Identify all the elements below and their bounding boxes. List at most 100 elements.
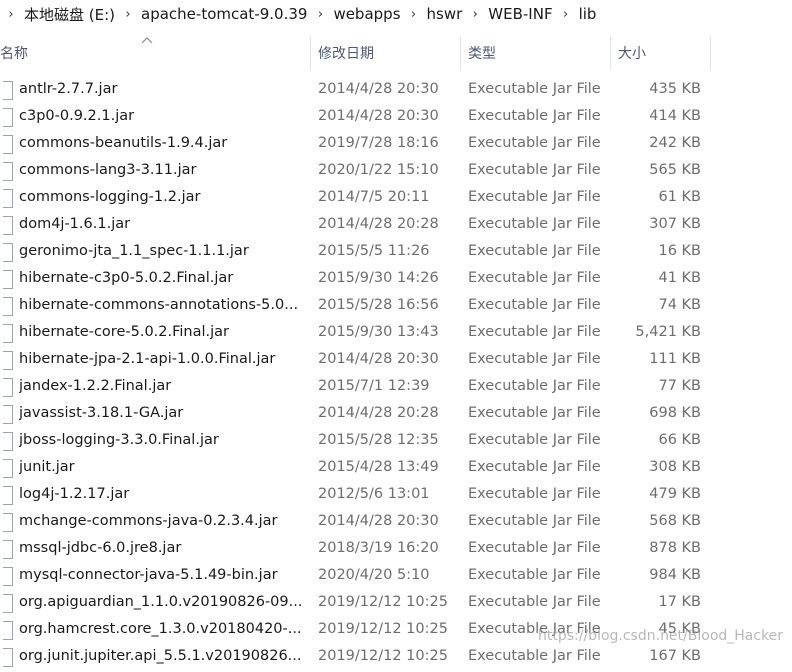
file-name: hibernate-c3p0-5.0.2.Final.jar [19, 270, 234, 286]
file-name: log4j-1.2.17.jar [19, 486, 130, 502]
file-row[interactable]: mssql-jdbc-6.0.jre8.jar 2018/3/19 16:20 Ex… [0, 537, 792, 564]
file-name: mysql-connector-java-5.1.49-bin.jar [19, 567, 278, 583]
file-size: 66 KB [658, 432, 701, 448]
file-name: jandex-1.2.2.Final.jar [19, 378, 172, 394]
column-header-size[interactable]: 大小 [618, 36, 646, 70]
breadcrumb-item-webapps[interactable]: webapps [331, 5, 402, 23]
file-type: Executable Jar File [468, 135, 601, 151]
file-row[interactable]: org.junit.jupiter.api_5.5.1.v20190826...… [0, 645, 792, 672]
file-name: javassist-3.18.1-GA.jar [19, 405, 184, 421]
column-header-type[interactable]: 类型 [468, 36, 496, 70]
file-row[interactable]: jandex-1.2.2.Final.jar 2015/7/1 12:39 Exec… [0, 375, 792, 402]
file-size: 111 KB [649, 351, 701, 367]
file-size: 479 KB [649, 486, 701, 502]
file-size: 414 KB [649, 108, 701, 124]
file-size: 698 KB [649, 405, 701, 421]
file-type: Executable Jar File [468, 405, 601, 421]
file-size: 878 KB [649, 540, 701, 556]
file-row[interactable]: geronimo-jta_1.1_spec-1.1.1.jar 2015/5/5 … [0, 240, 792, 267]
file-row[interactable]: hibernate-jpa-2.1-api-1.0.0.Final.jar 201… [0, 348, 792, 375]
chevron-right-icon[interactable]: › [403, 7, 425, 22]
column-headers: 名称 修改日期 类型 大小 [0, 36, 792, 70]
file-name: hibernate-jpa-2.1-api-1.0.0.Final.jar [19, 351, 276, 367]
file-type: Executable Jar File [468, 432, 601, 448]
file-type: Executable Jar File [468, 459, 601, 475]
file-row[interactable]: hibernate-c3p0-5.0.2.Final.jar 2015/9/30 … [0, 267, 792, 294]
file-row[interactable]: commons-beanutils-1.9.4.jar 2019/7/28 18:… [0, 132, 792, 159]
file-row[interactable]: javassist-3.18.1-GA.jar 2014/4/28 20:28 Ex… [0, 402, 792, 429]
file-name: commons-logging-1.2.jar [19, 189, 201, 205]
file-row[interactable]: dom4j-1.6.1.jar 2014/4/28 20:28 Executable… [0, 213, 792, 240]
file-row[interactable]: c3p0-0.9.2.1.jar 2014/4/28 20:30 Executabl… [0, 105, 792, 132]
chevron-right-icon[interactable]: › [309, 7, 331, 22]
column-divider[interactable] [710, 36, 711, 70]
file-row[interactable]: mysql-connector-java-5.1.49-bin.jar 2020/… [0, 564, 792, 591]
file-date-modified: 2019/12/12 10:25 [318, 648, 448, 664]
file-type: Executable Jar File [468, 378, 601, 394]
column-divider[interactable] [610, 36, 611, 70]
chevron-right-icon[interactable]: › [117, 7, 139, 22]
file-row[interactable]: junit.jar 2015/4/28 13:49 Executable Jar F… [0, 456, 792, 483]
chevron-right-icon[interactable]: › [464, 7, 486, 22]
file-icon [3, 351, 13, 370]
file-row[interactable]: mchange-commons-java-0.2.3.4.jar 2014/4/2… [0, 510, 792, 537]
file-name: dom4j-1.6.1.jar [19, 216, 131, 232]
file-date-modified: 2014/4/28 20:30 [318, 351, 439, 367]
file-name: org.hamcrest.core_1.3.0.v20180420-... [19, 621, 302, 637]
file-type: Executable Jar File [468, 162, 601, 178]
file-type: Executable Jar File [468, 81, 601, 97]
file-icon [3, 297, 13, 316]
chevron-right-icon[interactable]: › [555, 7, 577, 22]
file-size: 565 KB [649, 162, 701, 178]
file-row[interactable]: jboss-logging-3.3.0.Final.jar 2015/5/28 1… [0, 429, 792, 456]
file-name: jboss-logging-3.3.0.Final.jar [19, 432, 219, 448]
file-type: Executable Jar File [468, 189, 601, 205]
breadcrumb-item-drive[interactable]: 本地磁盘 (E:) [22, 4, 117, 25]
breadcrumb-item-web-inf[interactable]: WEB-INF [486, 5, 554, 23]
file-date-modified: 2015/4/28 13:49 [318, 459, 439, 475]
breadcrumb-item-lib[interactable]: lib [577, 5, 599, 23]
file-name: geronimo-jta_1.1_spec-1.1.1.jar [19, 243, 249, 259]
watermark-text: https://blog.csdn.net/Blood_Hacker [538, 628, 784, 644]
file-row[interactable]: commons-lang3-3.11.jar 2020/1/22 15:10 Exe… [0, 159, 792, 186]
breadcrumb-item-tomcat[interactable]: apache-tomcat-9.0.39 [139, 5, 309, 23]
file-row[interactable]: log4j-1.2.17.jar 2012/5/6 13:01 Executable… [0, 483, 792, 510]
file-name: org.apiguardian_1.1.0.v20190826-09... [19, 594, 303, 610]
file-icon [3, 648, 13, 667]
file-name: mchange-commons-java-0.2.3.4.jar [19, 513, 278, 529]
file-date-modified: 2015/5/28 12:35 [318, 432, 439, 448]
file-date-modified: 2015/5/5 11:26 [318, 243, 430, 259]
file-date-modified: 2019/7/28 18:16 [318, 135, 439, 151]
file-name: org.junit.jupiter.api_5.5.1.v20190826... [19, 648, 302, 664]
column-header-name[interactable]: 名称 [0, 36, 28, 70]
file-icon [3, 108, 13, 127]
file-date-modified: 2015/9/30 13:43 [318, 324, 439, 340]
file-icon [3, 432, 13, 451]
file-size: 41 KB [658, 270, 701, 286]
file-size: 77 KB [658, 378, 701, 394]
file-row[interactable]: org.apiguardian_1.1.0.v20190826-09... 201… [0, 591, 792, 618]
file-type: Executable Jar File [468, 243, 601, 259]
file-icon [3, 270, 13, 289]
file-row[interactable]: hibernate-core-5.0.2.Final.jar 2015/9/30 … [0, 321, 792, 348]
file-date-modified: 2015/7/1 12:39 [318, 378, 430, 394]
column-divider[interactable] [310, 36, 311, 70]
file-size: 167 KB [649, 648, 701, 664]
column-header-date[interactable]: 修改日期 [318, 36, 374, 70]
column-divider[interactable] [460, 36, 461, 70]
file-date-modified: 2014/4/28 20:28 [318, 216, 439, 232]
file-date-modified: 2014/4/28 20:30 [318, 108, 439, 124]
breadcrumb-item-hswr[interactable]: hswr [425, 5, 465, 23]
file-icon [3, 243, 13, 262]
file-icon [3, 324, 13, 343]
file-icon [3, 486, 13, 505]
file-row[interactable]: commons-logging-1.2.jar 2014/7/5 20:11 Exe… [0, 186, 792, 213]
file-name: hibernate-core-5.0.2.Final.jar [19, 324, 230, 340]
file-size: 17 KB [658, 594, 701, 610]
file-row[interactable]: antlr-2.7.7.jar 2014/4/28 20:30 Executable… [0, 78, 792, 105]
file-size: 435 KB [649, 81, 701, 97]
chevron-right-icon[interactable]: › [0, 7, 22, 22]
file-size: 74 KB [658, 297, 701, 313]
file-row[interactable]: hibernate-commons-annotations-5.0... 2015… [0, 294, 792, 321]
file-size: 307 KB [649, 216, 701, 232]
